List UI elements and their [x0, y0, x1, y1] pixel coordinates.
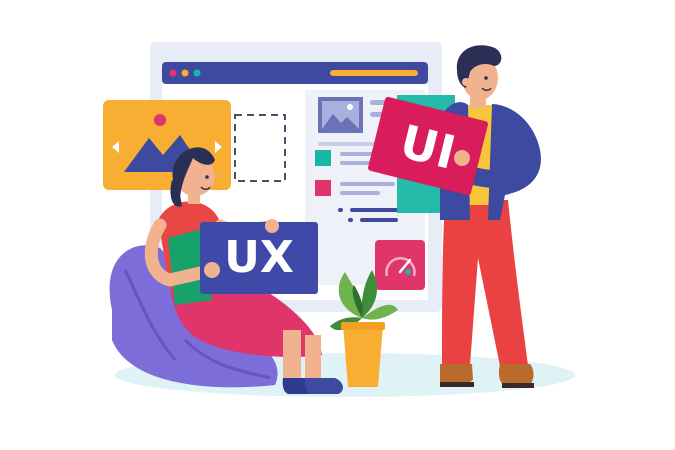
man-hand: [454, 150, 470, 166]
gauge-icon: [375, 240, 425, 290]
pink-block: [315, 180, 331, 196]
man-character: [440, 45, 541, 388]
ux-sign: UX: [200, 219, 318, 294]
teal-block: [315, 150, 331, 166]
window-dots-icon: [169, 69, 201, 77]
address-bar: [330, 70, 418, 76]
ux-sign-label: UX: [224, 232, 294, 283]
thumbnail-image-icon: [318, 97, 363, 133]
ux-ui-illustration: UX UI: [103, 42, 575, 397]
